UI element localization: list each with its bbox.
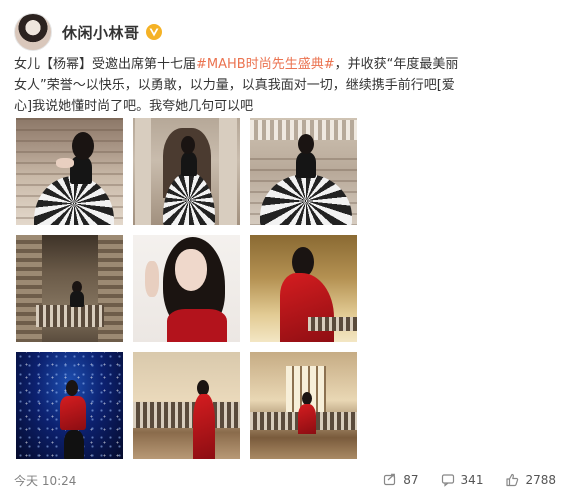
photo-thumbnail[interactable]	[16, 235, 123, 342]
verified-badge-icon	[145, 24, 162, 40]
repost-icon	[384, 473, 396, 486]
like-icon	[506, 473, 519, 487]
like-button[interactable]: 2788	[505, 473, 556, 487]
photo-thumbnail[interactable]	[133, 352, 240, 459]
post-header: 休闲小林哥	[14, 12, 162, 52]
timestamp[interactable]: 今天 10:24	[14, 472, 76, 489]
post-footer: 今天 10:24 87 341 2788	[14, 470, 556, 490]
comment-button[interactable]: 341	[441, 473, 484, 487]
like-count: 2788	[525, 473, 556, 487]
post-text-part: 女儿【杨幂】受邀出席第十七届	[14, 57, 197, 72]
avatar[interactable]	[14, 13, 52, 51]
post-text-part: 心]我说她懂时尚了吧。我夸她几句可以吧	[14, 99, 254, 114]
hashtag-link[interactable]: #MAHB时尚先生盛典#	[196, 57, 335, 72]
comment-count: 341	[460, 473, 484, 487]
photo-thumbnail[interactable]	[16, 352, 123, 459]
photo-thumbnail[interactable]	[16, 118, 123, 225]
post-text: 女儿【杨幂】受邀出席第十七届#MAHB时尚先生盛典#，并收获“年度最美丽 女人”…	[14, 54, 554, 117]
post-stats: 87 341 2788	[361, 473, 556, 487]
comment-icon	[441, 474, 454, 487]
post-text-part: 女人”荣誉～以快乐，以勇敢，以力量，以真我面对一切，继续携手前行吧[爱	[14, 78, 455, 93]
repost-button[interactable]: 87	[383, 473, 419, 487]
photo-thumbnail[interactable]	[250, 352, 357, 459]
photo-thumbnail[interactable]	[133, 118, 240, 225]
username[interactable]: 休闲小林哥	[62, 22, 140, 43]
photo-thumbnail[interactable]	[133, 235, 240, 342]
photo-thumbnail[interactable]	[250, 118, 357, 225]
repost-count: 87	[403, 473, 419, 487]
photo-thumbnail[interactable]	[250, 235, 357, 342]
post-text-part: ，并收获“年度最美丽	[334, 57, 459, 72]
